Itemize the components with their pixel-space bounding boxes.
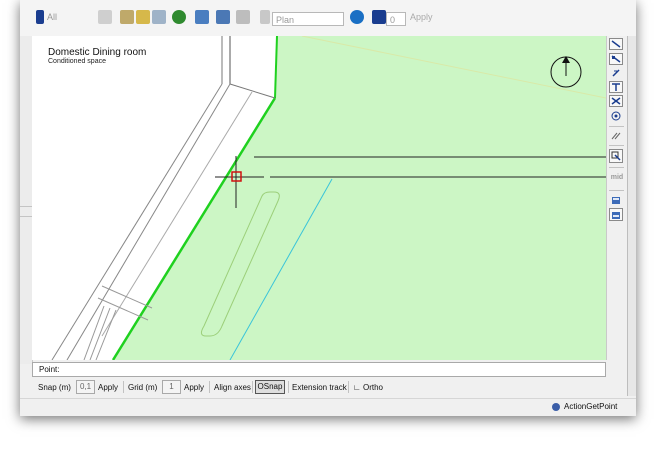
room-type-label: Conditioned space — [48, 58, 106, 65]
snap-tee-icon[interactable] — [609, 81, 623, 93]
snap-intersection-icon[interactable] — [609, 95, 623, 107]
bar-divider — [288, 381, 289, 393]
refresh-icon[interactable] — [350, 10, 364, 24]
view-select[interactable]: Plan — [272, 12, 344, 26]
edit-icon[interactable] — [120, 10, 134, 24]
snap-label: Snap (m) — [38, 383, 71, 392]
tree-icon[interactable] — [172, 10, 186, 24]
left-divider — [20, 216, 32, 217]
snap-endpoint-icon[interactable] — [609, 38, 623, 50]
snap-apply-button[interactable]: Apply — [98, 381, 118, 395]
bar-divider — [123, 381, 124, 393]
left-divider — [20, 206, 32, 207]
north-icon[interactable] — [372, 10, 386, 24]
osnap-toggle[interactable]: OSnap — [255, 380, 285, 394]
drawing-canvas[interactable]: Domestic Dining room Conditioned space — [32, 36, 606, 360]
snap-settings-bar: Snap (m) 0,1 Apply Grid (m) 1 Apply Alig… — [32, 378, 626, 396]
status-bar: ActionGetPoint — [20, 398, 636, 416]
extension-track-button[interactable]: Extension track — [292, 381, 347, 395]
truck-icon[interactable] — [216, 10, 230, 24]
ortho-toggle[interactable]: Ortho — [363, 381, 383, 395]
room-name-label: Domestic Dining room — [48, 47, 147, 58]
image-icon[interactable] — [152, 10, 166, 24]
grid-apply-button[interactable]: Apply — [184, 381, 204, 395]
snap-perpendicular-icon[interactable] — [609, 67, 623, 79]
selection-mode[interactable]: All — [47, 12, 57, 22]
command-line[interactable]: Point: — [32, 362, 606, 377]
top-toolbar: All Plan 0 Apply — [20, 0, 636, 36]
point-prompt: Point: — [39, 365, 60, 374]
action-status-icon — [552, 403, 560, 411]
layer-icon[interactable] — [195, 10, 209, 24]
wall-line — [229, 83, 276, 99]
snap-nearest-icon[interactable] — [609, 53, 623, 65]
load-view-icon[interactable] — [609, 208, 623, 221]
snap-center-icon[interactable] — [609, 110, 623, 122]
snap-parallel-icon[interactable] — [609, 130, 623, 142]
undo-icon[interactable] — [98, 10, 112, 24]
align-axes-button[interactable]: Align axes — [214, 381, 251, 395]
highlight-icon[interactable] — [136, 10, 150, 24]
toolbar-divider — [609, 167, 624, 168]
application-window: All Plan 0 Apply Domestic Dining room Co… — [20, 0, 636, 416]
floor-plan[interactable] — [32, 36, 606, 360]
wall-line — [101, 285, 153, 309]
snap-midpoint-button[interactable]: mid — [607, 174, 627, 181]
select-arrow-icon[interactable] — [36, 10, 44, 24]
snap-grid-cursor-icon[interactable] — [609, 149, 623, 163]
toolbar-snap-input[interactable]: 0 — [386, 12, 406, 26]
view-icon — [260, 10, 270, 24]
save-view-icon[interactable] — [609, 194, 623, 206]
bar-divider — [348, 381, 349, 393]
snap-value-input[interactable]: 0,1 — [76, 380, 95, 394]
grid-label: Grid (m) — [128, 383, 158, 392]
bar-divider — [252, 381, 253, 393]
right-panel-edge — [627, 36, 636, 396]
ortho-icon: ∟ — [353, 383, 361, 392]
grid-value-input[interactable]: 1 — [162, 380, 181, 394]
toolbar-divider — [609, 145, 624, 146]
toolbar-divider — [609, 190, 624, 191]
toolbar-apply-button[interactable]: Apply — [410, 12, 433, 22]
toolbar-divider — [609, 126, 624, 127]
action-status-text: ActionGetPoint — [564, 402, 618, 411]
bar-divider — [209, 381, 210, 393]
marker-icon[interactable] — [236, 10, 250, 24]
snap-toolbar: mid — [606, 36, 627, 360]
